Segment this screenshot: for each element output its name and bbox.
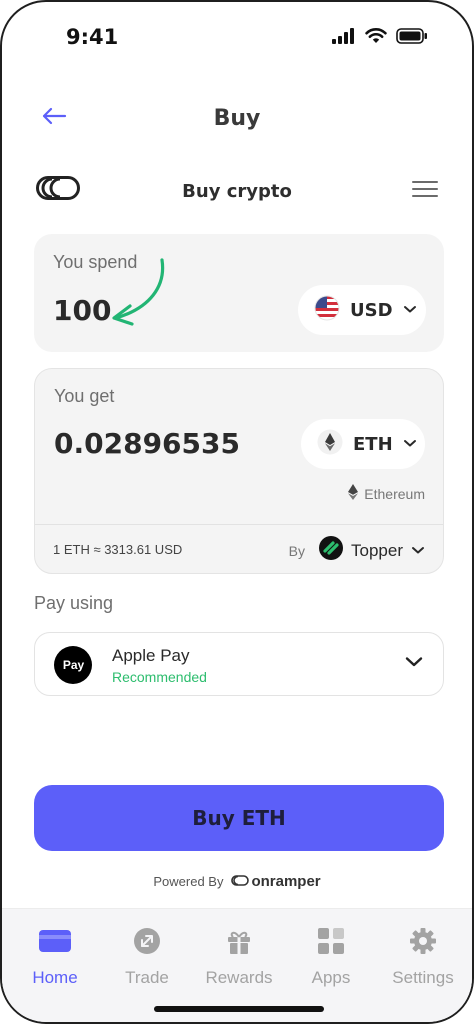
apps-grid-icon [317,927,345,960]
get-currency-code: ETH [353,433,393,455]
home-indicator [154,1006,324,1012]
status-bar: 9:41 [2,22,472,54]
onramper-brand-text: onramper [251,873,321,890]
apple-pay-icon: Pay [54,646,92,684]
payment-method-selector[interactable]: Pay Apple Pay Recommended [34,632,444,696]
apple-pay-logo-text: Pay [62,658,85,672]
pay-using-label: Pay using [34,593,114,613]
chevron-down-icon [403,435,417,453]
network-name: Ethereum [364,485,425,502]
powered-by-label: Powered By [153,874,224,889]
chevron-down-icon [404,655,424,674]
card-icon [38,927,72,960]
tab-label: Settings [392,968,454,987]
battery-icon [396,28,428,49]
phone-screen: 9:41 Buy Buy crypto You spend 100 USD Yo… [0,0,474,1024]
spend-currency-selector[interactable]: USD [298,285,426,335]
onramper-brand: onramper [231,873,321,890]
ethereum-icon [317,429,343,460]
cellular-signal-icon [332,28,356,49]
spend-currency-code: USD [350,299,393,321]
chevron-down-icon [403,301,417,319]
us-flag-icon [314,295,340,326]
payment-method-name: Apple Pay [112,646,190,665]
exchange-rate: 1 ETH ≈ 3313.61 USD [53,542,183,557]
chevron-down-icon [411,542,425,560]
onramper-small-logo-icon [231,873,250,890]
spend-amount-input[interactable]: 100 [53,294,111,327]
ethereum-small-icon [348,484,359,503]
tab-rewards[interactable]: Rewards [194,927,284,988]
topper-logo-icon [319,536,344,565]
powered-by: Powered By onramper [2,873,472,890]
menu-line [412,188,438,190]
tab-home[interactable]: Home [10,927,100,988]
provider-by-label: By [288,542,306,559]
status-time: 9:41 [66,25,119,49]
network-label: Ethereum [348,484,425,503]
get-card: You get 0.02896535 ETH Ethereum 1 ETH ≈ … [34,368,444,574]
tab-label: Rewards [205,968,273,987]
tab-label: Home [32,968,78,987]
buy-eth-button[interactable]: Buy ETH [34,785,444,851]
provider-name: Topper [351,540,403,560]
hamburger-menu-button[interactable] [412,178,438,200]
recommended-badge: Recommended [112,669,207,685]
page-title: Buy [213,106,261,131]
menu-line [412,195,438,197]
tab-label: Apps [311,968,351,987]
gift-icon [225,927,253,960]
status-icons [332,28,428,49]
spend-card: You spend 100 USD [34,234,444,352]
section-title: Buy crypto [182,181,292,202]
annotation-arrow-icon [108,256,170,333]
tab-apps[interactable]: Apps [286,927,376,988]
tab-settings[interactable]: Settings [378,927,468,988]
tab-trade[interactable]: Trade [102,927,192,988]
menu-line [412,181,438,183]
divider [35,524,443,525]
get-amount: 0.02896535 [54,427,240,460]
wifi-icon [365,28,387,49]
provider-selector[interactable]: By Topper [289,536,425,565]
gear-icon [409,927,437,960]
get-label: You get [54,386,115,406]
tab-label: Trade [125,968,169,987]
get-currency-selector[interactable]: ETH [301,419,425,469]
trade-icon [133,927,161,960]
